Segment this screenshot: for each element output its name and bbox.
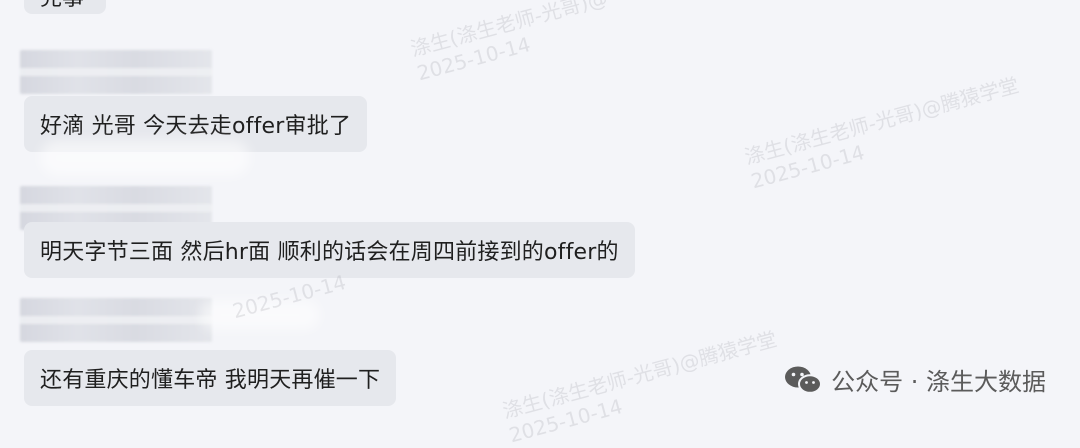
message-text: 好滴 光哥 今天去走offer审批了 [40, 114, 352, 139]
official-account-brand: 公众号 · 涤生大数据 [783, 362, 1046, 397]
message-bubble[interactable]: 明天字节三面 然后hr面 顺利的话会在周四前接到的offer的 [24, 222, 635, 278]
sender-name-blurred [20, 50, 212, 94]
blur-smear [40, 140, 250, 176]
message-bubble-partial[interactable]: 完事 [24, 0, 106, 14]
message-text: 明天字节三面 然后hr面 顺利的话会在周四前接到的offer的 [40, 240, 619, 265]
message-text: 完事 [40, 0, 84, 12]
wechat-icon [785, 366, 823, 394]
message-text: 还有重庆的懂车帝 我明天再催一下 [40, 368, 381, 393]
sender-name-blurred [20, 298, 212, 342]
brand-label: 公众号 · 涤生大数据 [831, 368, 1046, 396]
blur-smear [200, 300, 320, 330]
message-bubble[interactable]: 还有重庆的懂车帝 我明天再催一下 [24, 350, 397, 406]
